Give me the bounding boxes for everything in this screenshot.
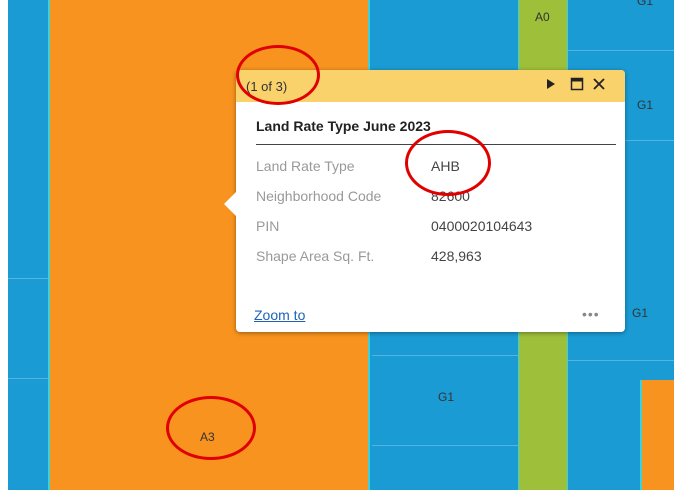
next-feature-icon[interactable] (546, 77, 556, 93)
map-label-g1: G1 (637, 98, 654, 112)
field-label: Shape Area Sq. Ft. (256, 248, 375, 264)
map-label-g1: G1 (637, 0, 654, 8)
annotation-circle-a3 (166, 396, 256, 460)
field-value: 428,963 (431, 248, 482, 264)
map-label-g1: G1 (632, 306, 649, 320)
map-label-a0: A0 (535, 10, 550, 24)
annotation-circle-pager (236, 45, 320, 105)
more-options-button[interactable]: ••• (582, 306, 600, 322)
feature-popup: (1 of 3) Land Rate Type June 2023 Land R… (224, 70, 625, 332)
parcel-boundary (8, 278, 48, 279)
popup-pointer (224, 192, 236, 216)
field-label: Neighborhood Code (256, 188, 382, 204)
popup-title: Land Rate Type June 2023 (256, 118, 431, 134)
parcel-orange-right[interactable] (640, 380, 674, 490)
annotation-circle-value (405, 130, 491, 196)
zoom-to-link[interactable]: Zoom to (254, 307, 305, 323)
map-label-g1: G1 (438, 390, 455, 404)
parcel-boundary (372, 445, 518, 446)
parcel-boundary (372, 355, 518, 356)
parcel-boundary (8, 378, 48, 379)
maximize-icon[interactable] (570, 77, 584, 94)
field-value: 0400020104643 (431, 218, 533, 234)
field-label: Land Rate Type (256, 158, 355, 174)
parcel-boundary (568, 360, 674, 361)
map-edge (0, 0, 8, 490)
parcel-boundary (568, 50, 674, 51)
close-icon[interactable] (592, 77, 606, 94)
map-view[interactable]: A0 G1 G1 G1 G1 A3 (1 of 3) Land Rate Typ… (0, 0, 674, 490)
field-label: PIN (256, 218, 280, 234)
